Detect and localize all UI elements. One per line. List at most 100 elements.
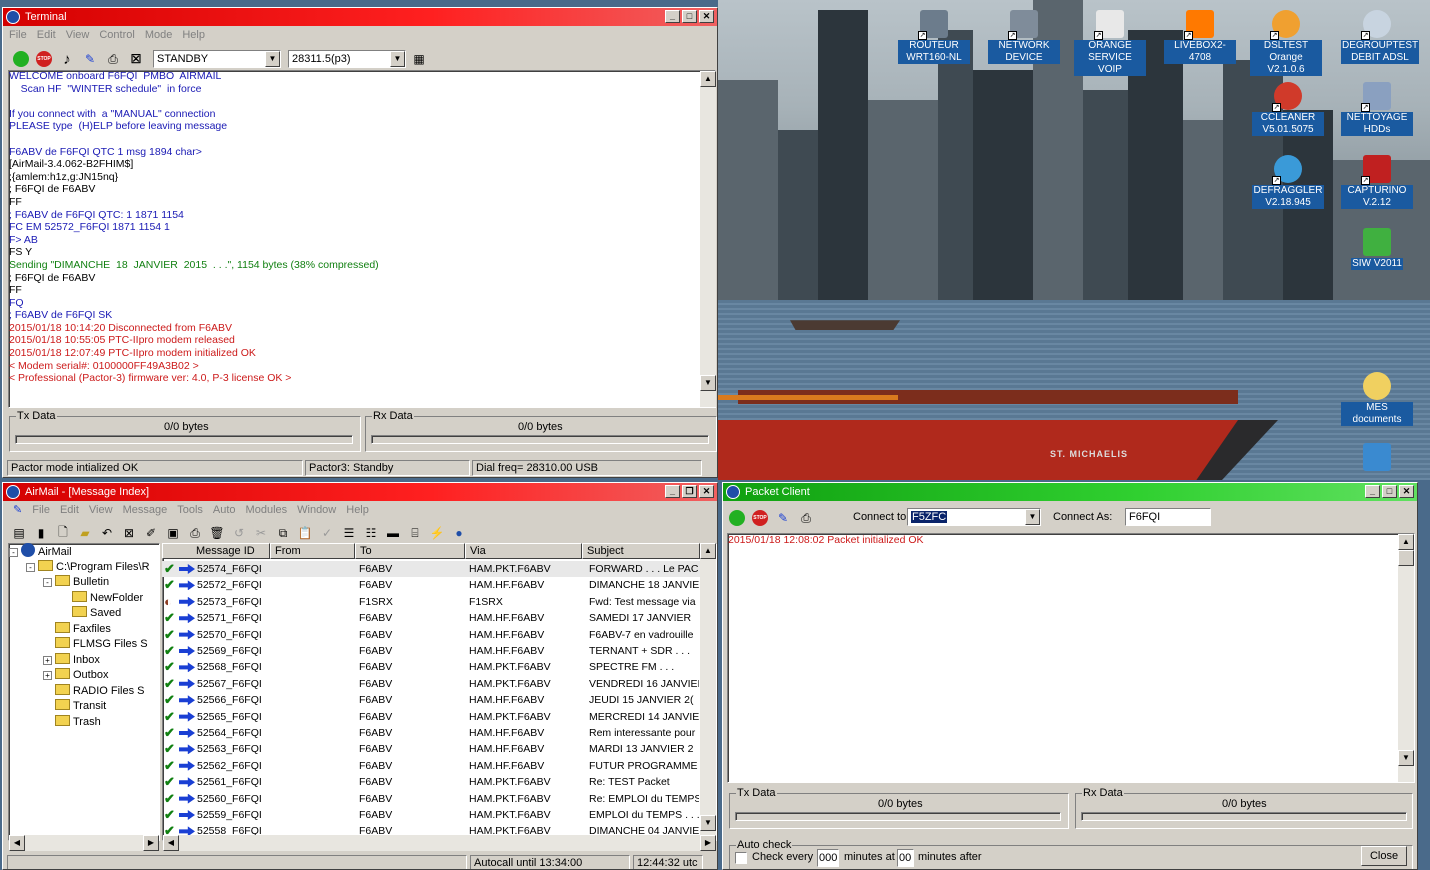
message-row[interactable]: ◐ 52573_F6FQI F1SRX F1SRX Fwd: Test message …: [162, 594, 700, 610]
menu-tools[interactable]: Tools: [177, 501, 203, 519]
tree-item[interactable]: - Bulletin: [43, 574, 109, 590]
edit-button[interactable]: ✎: [80, 50, 100, 68]
connect-button[interactable]: [11, 50, 31, 68]
collapse-icon[interactable]: -: [26, 562, 35, 572]
stop-button[interactable]: STOP: [750, 509, 770, 527]
message-row[interactable]: ✔ 52570_F6FQI F6ABV HAM.HF.F6ABV F6ABV-7 en …: [162, 627, 700, 643]
maximize-button[interactable]: □: [682, 10, 697, 23]
menu-file[interactable]: File: [9, 26, 27, 44]
minimize-button[interactable]: _: [1365, 485, 1380, 498]
message-row[interactable]: ✔ 52562_F6FQI F6ABV HAM.HF.F6ABV FUTUR PROGR…: [162, 758, 700, 774]
frequency-select[interactable]: 28311.5(p3) ▼: [288, 50, 406, 68]
minimize-button[interactable]: _: [665, 10, 680, 23]
desktop-icon-degrouptest[interactable]: ↗ DEGROUPTEST DEBIT ADSL: [1341, 10, 1419, 64]
tree-item[interactable]: - AirMail: [9, 543, 72, 559]
desktop-icon-siw[interactable]: SIW V2011: [1341, 228, 1413, 270]
menu-auto[interactable]: Auto: [213, 501, 236, 519]
menu-control[interactable]: Control: [99, 26, 134, 44]
desktop-icon-livebox[interactable]: ↗ LIVEBOX2-4708: [1164, 10, 1236, 64]
menu-view[interactable]: View: [66, 26, 90, 44]
tree-item[interactable]: NewFolder: [60, 590, 143, 606]
check-every-input[interactable]: 000: [817, 849, 839, 867]
tree-item[interactable]: FLMSG Files S: [43, 636, 148, 652]
menu-edit[interactable]: Edit: [37, 26, 56, 44]
collapse-icon[interactable]: -: [43, 578, 52, 587]
connect-to-select[interactable]: F5ZFC ▼: [907, 508, 1041, 526]
airmail-titlebar[interactable]: AirMail - [Message Index] _ □ ✕: [3, 483, 717, 501]
message-row[interactable]: ✔ 52561_F6FQI F6ABV HAM.PKT.F6ABV Re: TEST P…: [162, 774, 700, 790]
desktop-icon-dsltest[interactable]: ↗ DSLTEST Orange V2.1.0.6: [1250, 10, 1322, 76]
menu-mode[interactable]: Mode: [145, 26, 173, 44]
message-list-scrollbar[interactable]: ▲ ▼: [700, 543, 716, 835]
auto-check-checkbox[interactable]: [735, 852, 747, 864]
packet-log[interactable]: [727, 533, 1415, 783]
copy-icon[interactable]: ⧉: [273, 524, 293, 542]
connect-as-field[interactable]: F6FQI: [1125, 508, 1211, 526]
printer-button[interactable]: ⎙: [103, 50, 123, 68]
globe-icon[interactable]: ●: [449, 524, 469, 542]
message-row[interactable]: ✔ 52559_F6FQI F6ABV HAM.PKT.F6ABV EMPLOI du …: [162, 807, 700, 823]
desktop-icon-network-device[interactable]: ↗ NETWORK DEVICE: [988, 10, 1060, 64]
close-button[interactable]: ✕: [699, 10, 714, 23]
menu-view[interactable]: View: [89, 501, 113, 519]
view-preview-icon[interactable]: ▬: [383, 524, 403, 542]
column-header-subject[interactable]: Subject: [582, 543, 700, 559]
column-header-message-id[interactable]: Message ID: [162, 543, 270, 559]
message-row[interactable]: ✔ 52563_F6FQI F6ABV HAM.HF.F6ABV MARDI 13 JA…: [162, 741, 700, 757]
message-row[interactable]: ✔ 52564_F6FQI F6ABV HAM.HF.F6ABV Rem interes…: [162, 725, 700, 741]
edit-button[interactable]: ✎: [773, 509, 793, 527]
save-icon[interactable]: ▣: [163, 524, 183, 542]
message-row[interactable]: ✔ 52567_F6FQI F6ABV HAM.PKT.F6ABV VENDREDI 1…: [162, 676, 700, 692]
scroll-up-icon[interactable]: ▲: [700, 71, 716, 87]
clear-button[interactable]: ☒: [126, 50, 146, 68]
cut-icon[interactable]: ✂: [251, 524, 271, 542]
scroll-down-icon[interactable]: ▼: [700, 815, 716, 831]
delete-icon[interactable]: ⊠: [119, 524, 139, 542]
terminal-titlebar[interactable]: Terminal _ □ ✕: [3, 8, 717, 26]
expand-icon[interactable]: +: [43, 655, 52, 665]
view-list-icon[interactable]: ☰: [339, 524, 359, 542]
paste-icon[interactable]: 📋: [295, 524, 315, 542]
scroll-down-icon[interactable]: ▼: [1398, 750, 1414, 766]
scroll-thumb[interactable]: [1398, 550, 1414, 566]
packet-titlebar[interactable]: Packet Client _ □ ✕: [723, 483, 1417, 501]
collapse-icon[interactable]: -: [9, 548, 18, 557]
tree-item[interactable]: Transit: [43, 698, 106, 714]
scroll-up-icon[interactable]: ▲: [1398, 534, 1414, 550]
tree-item[interactable]: Trash: [43, 714, 101, 730]
message-row[interactable]: ✔ 52571_F6FQI F6ABV HAM.HF.F6ABV SAMEDI 17 J…: [162, 610, 700, 626]
menu-message[interactable]: Message: [123, 501, 168, 519]
scroll-right-icon[interactable]: ▶: [143, 835, 159, 851]
tree-item[interactable]: Faxfiles: [43, 621, 111, 637]
grid-button[interactable]: ▦: [409, 50, 429, 68]
menu-modules[interactable]: Modules: [246, 501, 288, 519]
tree-hscrollbar[interactable]: ◀ ▶: [9, 835, 159, 851]
tree-item[interactable]: - C:\Program Files\R: [26, 559, 150, 575]
message-row[interactable]: ✔ 52560_F6FQI F6ABV HAM.PKT.F6ABV Re: EMPLOI…: [162, 791, 700, 807]
printer-button[interactable]: ⎙: [796, 509, 816, 527]
book-icon[interactable]: ▮: [31, 524, 51, 542]
minutes-at-input[interactable]: 00: [897, 849, 914, 867]
connect-button[interactable]: [727, 509, 747, 527]
undo-icon[interactable]: ↺: [229, 524, 249, 542]
message-row[interactable]: ✔ 52558_F6FQI F6ABV HAM.PKT.F6ABV DIMANCHE 0…: [162, 823, 700, 835]
desktop-icon-routeur[interactable]: ↗ ROUTEUR WRT160-NL: [898, 10, 970, 64]
compose-icon[interactable]: ✐: [141, 524, 161, 542]
mdi-close-button[interactable]: ✕: [699, 485, 714, 498]
network-icon[interactable]: ⌸: [405, 524, 425, 542]
desktop-icon-ccleaner[interactable]: ↗ CCLEANER V5.01.5075: [1252, 82, 1324, 136]
menu-help[interactable]: Help: [182, 26, 205, 44]
scroll-left-icon[interactable]: ◀: [9, 835, 25, 851]
music-note-button[interactable]: ♪: [57, 50, 77, 68]
message-row[interactable]: ✔ 52566_F6FQI F6ABV HAM.HF.F6ABV JEUDI 15 JA…: [162, 692, 700, 708]
scroll-up-icon[interactable]: ▲: [700, 543, 716, 559]
menu-help[interactable]: Help: [346, 501, 369, 519]
column-header-via[interactable]: Via: [465, 543, 582, 559]
menu-window[interactable]: Window: [297, 501, 336, 519]
close-dialog-button[interactable]: Close: [1361, 846, 1407, 866]
desktop-icon-orange-voip[interactable]: ↗ ORANGE SERVICE VOIP: [1074, 10, 1146, 76]
column-header-from[interactable]: From: [270, 543, 355, 559]
tree-item[interactable]: + Inbox: [43, 652, 100, 668]
lightning-icon[interactable]: ⚡: [427, 524, 447, 542]
desktop-icon-nettoyage[interactable]: ↗ NETTOYAGE HDDs: [1341, 82, 1413, 136]
